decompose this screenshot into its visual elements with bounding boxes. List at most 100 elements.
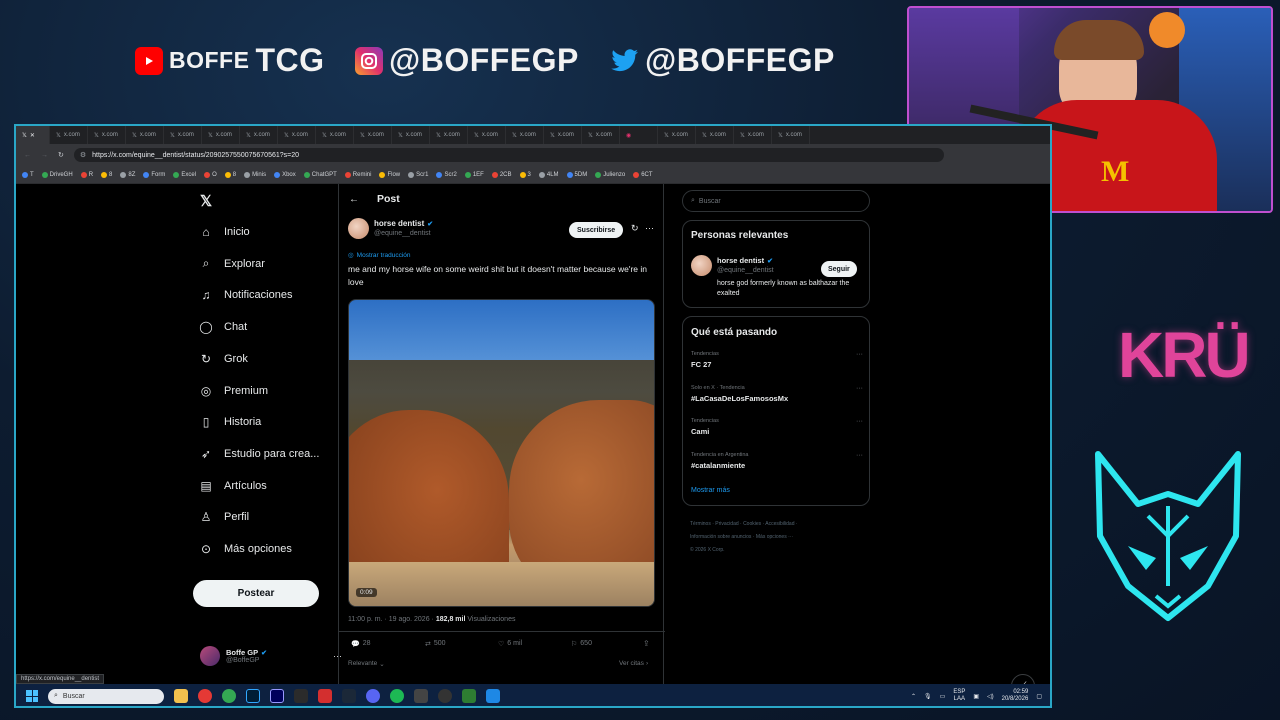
taskbar-search[interactable]: ⌕ Buscar: [48, 688, 164, 704]
obs-icon[interactable]: [438, 689, 452, 703]
language-indicator[interactable]: ESP LAA: [953, 689, 965, 703]
nav-item-search[interactable]: ⌕ Explorar: [199, 256, 265, 271]
file-explorer-icon[interactable]: [174, 689, 188, 703]
trend-item[interactable]: Tendencias Cami ···: [691, 418, 863, 436]
app-icon[interactable]: [486, 689, 500, 703]
tab[interactable]: 𝕏x.com: [430, 126, 468, 144]
nav-item-profile[interactable]: ♙ Perfil: [199, 510, 249, 524]
tab[interactable]: 𝕏x.com: [316, 126, 354, 144]
bookmark-item[interactable]: Xbox: [274, 171, 296, 178]
windows-start-icon[interactable]: [26, 690, 38, 702]
author-avatar[interactable]: [348, 218, 369, 239]
steam-icon[interactable]: [342, 689, 356, 703]
nav-item-article[interactable]: ▤ Artículos: [199, 479, 266, 493]
tab[interactable]: 𝕏x.com: [582, 126, 620, 144]
reply-button[interactable]: 💬 28: [351, 640, 371, 648]
discord-icon[interactable]: [366, 689, 380, 703]
footer-line[interactable]: Términos · Privacidad · Cookies · Accesi…: [690, 518, 798, 531]
forward-icon[interactable]: →: [41, 152, 48, 159]
bookmark-item[interactable]: 1EF: [464, 171, 484, 178]
back-arrow-icon[interactable]: ←: [349, 194, 359, 205]
bookmark-item[interactable]: Scr1: [408, 171, 428, 178]
bookmark-item[interactable]: 8: [101, 171, 112, 178]
tab[interactable]: 𝕏x.com: [88, 126, 126, 144]
volume-icon[interactable]: ◁): [987, 693, 994, 700]
back-icon[interactable]: ←: [24, 152, 31, 159]
more-icon[interactable]: ···: [856, 452, 863, 459]
bookmark-item[interactable]: 4LM: [538, 171, 559, 178]
quotes-link[interactable]: Ver citas ›: [619, 660, 648, 667]
photoshop-icon[interactable]: [246, 689, 260, 703]
author-handle[interactable]: @equine__dentist: [374, 230, 431, 237]
app-icon[interactable]: [462, 689, 476, 703]
search-box[interactable]: ⌕ Buscar: [682, 190, 870, 212]
post-video[interactable]: 0:09: [348, 299, 655, 607]
spotify-icon[interactable]: [390, 689, 404, 703]
trend-item[interactable]: Tendencia en Argentina #catalanmiente ···: [691, 452, 863, 470]
relevant-name-row[interactable]: horse dentist ✔: [717, 256, 773, 265]
tab-active[interactable]: 𝕏 ✕: [16, 126, 50, 144]
nav-item-home[interactable]: ⌂ Inicio: [199, 225, 249, 239]
x-logo-icon[interactable]: 𝕏: [200, 192, 212, 210]
more-icon[interactable]: ···: [856, 351, 863, 358]
tab[interactable]: 𝕏x.com: [240, 126, 278, 144]
tab[interactable]: ◉: [620, 126, 658, 144]
tab[interactable]: 𝕏x.com: [202, 126, 240, 144]
more-icon[interactable]: ⋯: [645, 223, 654, 234]
nav-item-premium[interactable]: ◎ Premium: [199, 384, 268, 398]
trend-item[interactable]: Solo en X · Tendencia #LaCasaDeLosFamosos…: [691, 385, 863, 403]
tab[interactable]: 𝕏x.com: [392, 126, 430, 144]
bookmark-item[interactable]: O: [204, 171, 217, 178]
follow-button[interactable]: Seguir: [821, 261, 857, 277]
subscribe-button[interactable]: Suscribirse: [569, 222, 624, 238]
relevant-avatar[interactable]: [691, 255, 712, 276]
bookmark-item[interactable]: 8Z: [120, 171, 135, 178]
bookmark-item[interactable]: Minis: [244, 171, 266, 178]
nav-item-rocket[interactable]: ➶ Estudio para crea...: [199, 447, 319, 461]
reload-icon[interactable]: ↻: [58, 151, 64, 159]
chrome-icon[interactable]: [222, 689, 236, 703]
footer-line[interactable]: Información sobre anuncios · Más opcione…: [690, 531, 798, 544]
author-name-row[interactable]: horse dentist ✔: [374, 219, 433, 228]
bookmark-item[interactable]: 5DM: [566, 171, 587, 178]
bookmark-item[interactable]: 2CB: [491, 171, 512, 178]
more-icon[interactable]: ···: [856, 385, 863, 392]
premiere-icon[interactable]: [270, 689, 284, 703]
tab[interactable]: 𝕏x.com: [506, 126, 544, 144]
like-button[interactable]: ♡ 6 mil: [498, 640, 522, 648]
nav-item-chat[interactable]: ◯ Chat: [199, 320, 247, 334]
bookmark-item[interactable]: Flow: [379, 171, 400, 178]
translate-link[interactable]: ◎ Mostrar traducción: [348, 251, 411, 260]
bookmark-item[interactable]: Remini: [344, 171, 371, 178]
bookmark-button[interactable]: ⚐ 650: [571, 640, 592, 648]
post-button[interactable]: Postear: [193, 580, 319, 607]
tab[interactable]: 𝕏x.com: [658, 126, 696, 144]
sort-dropdown[interactable]: Relevante ⌄: [348, 660, 385, 668]
account-switcher[interactable]: Boffe GP ✔ @BoffeGP ···: [200, 646, 342, 666]
share-icon[interactable]: ⇪: [643, 639, 650, 648]
bookmark-item[interactable]: 3: [519, 171, 531, 178]
nav-item-history[interactable]: ▯ Historia: [199, 415, 262, 429]
nav-item-more[interactable]: ⊙ Más opciones: [199, 542, 292, 556]
repost-button[interactable]: ⇄ 500: [425, 640, 446, 648]
mic-icon[interactable]: 🎙: [924, 693, 932, 700]
nav-item-bell[interactable]: ♫ Notificaciones: [199, 288, 293, 302]
bookmark-item[interactable]: ChatGPT: [303, 171, 337, 178]
tab[interactable]: 𝕏x.com: [544, 126, 582, 144]
notification-icon[interactable]: ▢: [1036, 693, 1042, 700]
network-icon[interactable]: ▣: [973, 693, 979, 700]
chevron-up-icon[interactable]: ⌃: [911, 693, 916, 700]
tab[interactable]: 𝕏x.com: [50, 126, 88, 144]
bookmark-item[interactable]: 8: [224, 171, 236, 178]
trend-item[interactable]: Tendencias FC 27 ···: [691, 351, 863, 369]
tab[interactable]: 𝕏x.com: [468, 126, 506, 144]
display-icon[interactable]: ▭: [940, 693, 946, 700]
bookmark-item[interactable]: R: [80, 171, 93, 178]
opera-icon[interactable]: [198, 689, 212, 703]
bookmark-item[interactable]: T: [22, 171, 34, 178]
more-icon[interactable]: ···: [856, 418, 863, 425]
bookmark-item[interactable]: Form: [143, 171, 165, 178]
tab[interactable]: 𝕏x.com: [278, 126, 316, 144]
tab[interactable]: 𝕏x.com: [696, 126, 734, 144]
tab[interactable]: 𝕏x.com: [126, 126, 164, 144]
